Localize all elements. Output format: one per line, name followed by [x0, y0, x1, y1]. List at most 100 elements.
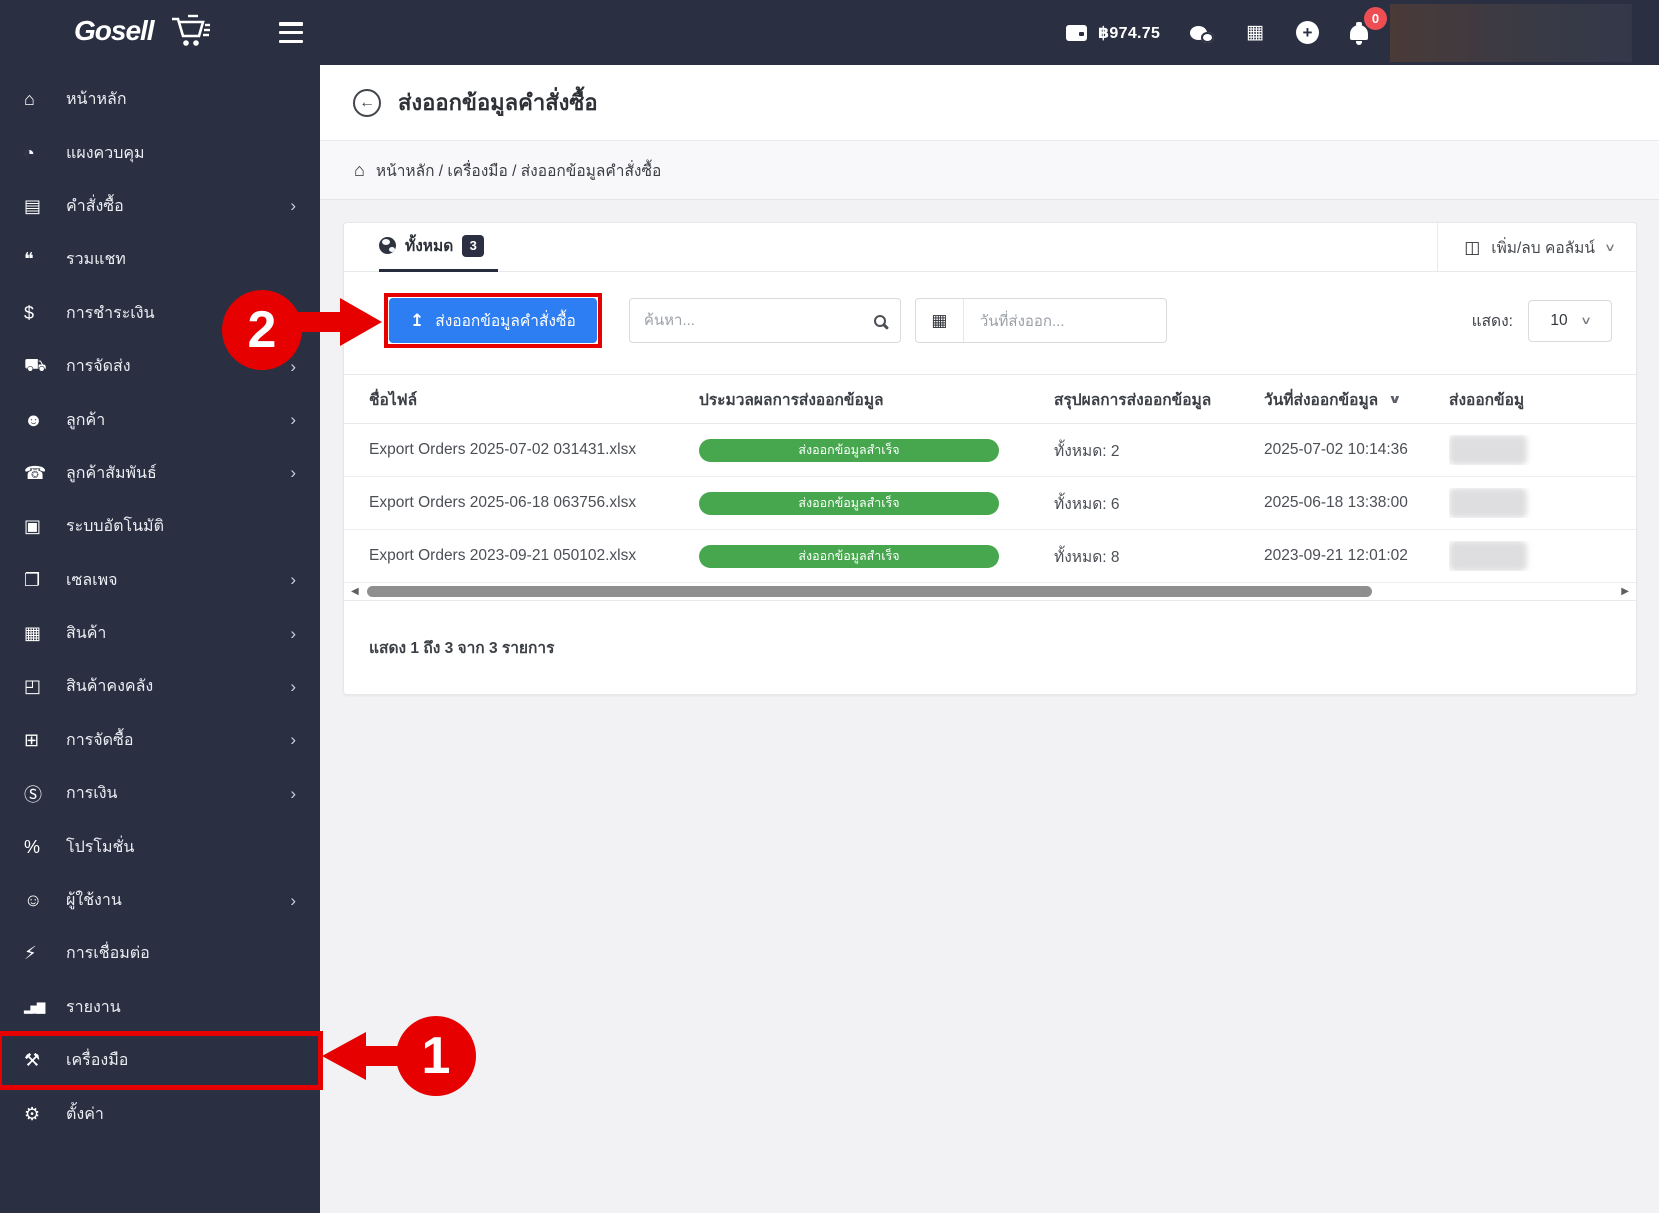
- page-size-select[interactable]: 10 ∨: [1528, 299, 1612, 342]
- page-size-label: แสดง:: [1471, 313, 1513, 330]
- sidebar-item-19[interactable]: ⚒ เครื่องมือ: [0, 1031, 323, 1091]
- chevron-down-icon: ∨: [1603, 242, 1617, 254]
- tab-all-count-badge: 3: [462, 234, 485, 257]
- reports-icon: ▂▅▇: [24, 1001, 45, 1014]
- column-header-5: ส่งออกข้อมู: [1449, 387, 1636, 412]
- chat-icon[interactable]: [1190, 0, 1214, 65]
- table-body: Export Orders 2025-07-02 031431.xlsx ส่งอ…: [344, 424, 1636, 583]
- sidebar-item-9[interactable]: ▣ ระบบอัตโนมัติ: [0, 500, 320, 553]
- scrollbar-track[interactable]: [364, 586, 1617, 597]
- breadcrumb[interactable]: ⌂ หน้าหลัก / เครื่องมือ / ส่งออกข้อมูลคำ…: [320, 140, 1659, 200]
- sort-icon[interactable]: ∨: [1388, 392, 1402, 406]
- sidebar-item-20[interactable]: ⚙ ตั้งค่า: [0, 1087, 320, 1140]
- sidebar-item-8[interactable]: ☎ ลูกค้าสัมพันธ์ ›: [0, 447, 320, 500]
- finance-icon: Ⓢ: [24, 784, 42, 805]
- sidebar-item-label: ตั้งค่า: [66, 1105, 104, 1123]
- wallet-balance[interactable]: ฿974.75: [1098, 0, 1160, 65]
- add-remove-columns-button[interactable]: ◫ เพิ่ม/ลบ คอลัมน์ ∨: [1437, 223, 1636, 272]
- sidebar-item-16[interactable]: ☺ ผู้ใช้งาน ›: [0, 874, 320, 927]
- profile-menu[interactable]: [1390, 4, 1632, 62]
- promotion-icon: %: [24, 836, 41, 857]
- page-title: ส่งออกข้อมูลคำสั่งซื้อ: [398, 90, 598, 115]
- chevron-right-icon: ›: [290, 570, 296, 590]
- sidebar-item-3[interactable]: ▤ คำสั่งซื้อ ›: [0, 180, 320, 233]
- exported-by-cell: [1449, 541, 1636, 571]
- column-header-2: ประมวลผลการส่งออกข้อมูล: [699, 387, 1054, 412]
- wallet-icon[interactable]: [1066, 0, 1087, 65]
- add-icon[interactable]: +: [1296, 0, 1319, 65]
- sidebar-item-4[interactable]: ❝ รวมแชท: [0, 233, 320, 286]
- chevron-right-icon: ›: [290, 730, 296, 750]
- table-header-row: ชื่อไฟล์ ประมวลผลการส่งออกข้อมูล สรุปผลการ…: [344, 374, 1636, 424]
- integrations-icon: ⚡: [24, 943, 37, 964]
- export-orders-button[interactable]: ↥ ส่งออกข้อมูลคำสั่งซื้อ: [389, 298, 597, 343]
- search-input[interactable]: [643, 312, 874, 329]
- sidebar-item-11[interactable]: ▦ สินค้า ›: [0, 607, 320, 660]
- calculator-icon[interactable]: ▦: [1246, 0, 1264, 65]
- sidebar-item-13[interactable]: ⊞ การจัดซื้อ ›: [0, 714, 320, 767]
- chevron-right-icon: ›: [290, 783, 296, 803]
- sidebar-item-label: ผู้ใช้งาน: [66, 892, 122, 910]
- sidebar-item-label: รายงาน: [66, 998, 121, 1016]
- sidebar-item-12[interactable]: ◰ สินค้าคงคลัง ›: [0, 660, 320, 713]
- column-header-label: ชื่อไฟล์: [369, 391, 418, 409]
- exported-by-cell: [1449, 435, 1636, 465]
- sidebar-item-17[interactable]: ⚡ การเชื่อมต่อ: [0, 927, 320, 980]
- chevron-right-icon: ›: [290, 356, 296, 376]
- sidebar-item-2[interactable]: ◔ แผงควบคุม: [0, 126, 320, 179]
- export-date-cell: 2025-07-02 10:14:36: [1264, 441, 1408, 458]
- redacted-value: [1449, 435, 1527, 465]
- status-cell: ส่งออกข้อมูลสำเร็จ: [699, 438, 1054, 462]
- sidebar-item-15[interactable]: % โปรโมชั่น: [0, 820, 320, 873]
- scrollbar-thumb[interactable]: [366, 586, 1372, 597]
- orders-icon: ▤: [24, 195, 42, 216]
- scroll-left-icon[interactable]: ◀: [351, 586, 359, 597]
- annotation-arrow-1: [360, 1046, 406, 1066]
- exported-by-cell: [1449, 488, 1636, 518]
- page-size-value: 10: [1550, 311, 1568, 329]
- sidebar-item-14[interactable]: Ⓢ การเงิน ›: [0, 767, 320, 820]
- column-header-3: สรุปผลการส่งออกข้อมูล: [1054, 387, 1264, 412]
- columns-icon: ◫: [1464, 237, 1481, 257]
- customers-icon: ☻: [24, 409, 43, 430]
- sidebar-item-label: รวมแชท: [66, 251, 126, 269]
- column-header-1: ชื่อไฟล์: [344, 387, 699, 412]
- sidebar-item-label: หน้าหลัก: [66, 91, 127, 109]
- dashboard-icon: ◔: [24, 142, 35, 163]
- sidebar-item-label: สินค้า: [66, 625, 107, 643]
- chevron-right-icon: ›: [290, 410, 296, 430]
- users-icon: ☺: [24, 890, 43, 911]
- sidebar-menu: ⌂ หน้าหลัก ◔ แผงควบคุม ▤ คำสั่งซื้อ › ❝ รวมแชท $ ก…: [0, 65, 323, 1213]
- redacted-value: [1449, 541, 1527, 571]
- status-badge: ส่งออกข้อมูลสำเร็จ: [699, 438, 999, 462]
- table-summary: แสดง 1 ถึง 3 จาก 3 รายการ: [369, 640, 555, 657]
- sidebar-item-10[interactable]: ❐ เซลเพจ ›: [0, 554, 320, 607]
- back-button[interactable]: ←: [353, 88, 381, 117]
- annotation-arrow-2: [296, 312, 344, 332]
- menu-toggle-icon[interactable]: [279, 22, 303, 43]
- sidebar-item-7[interactable]: ☻ ลูกค้า ›: [0, 393, 320, 446]
- bell-icon[interactable]: [1350, 0, 1368, 65]
- shipping-icon: ⛟: [24, 354, 47, 375]
- file-name-cell: Export Orders 2025-07-02 031431.xlsx: [369, 441, 637, 458]
- home-icon: ⌂: [354, 159, 365, 180]
- search-icon[interactable]: [873, 314, 886, 327]
- horizontal-scrollbar[interactable]: ◀ ▶: [344, 583, 1636, 601]
- tab-bar: ทั้งหมด 3 ◫ เพิ่ม/ลบ คอลัมน์ ∨: [344, 223, 1636, 272]
- chevron-down-icon: ∨: [1579, 315, 1592, 327]
- sidebar-item-label: ลูกค้าสัมพันธ์: [66, 464, 157, 482]
- app-logo[interactable]: Gosell: [74, 12, 210, 50]
- sidebar-item-label: คำสั่งซื้อ: [66, 197, 124, 215]
- sidebar-item-label: โปรโมชั่น: [66, 838, 135, 856]
- automation-icon: ▣: [24, 516, 42, 537]
- scroll-right-icon[interactable]: ▶: [1621, 586, 1629, 597]
- tab-all-label: ทั้งหมด: [405, 238, 454, 255]
- notification-badge: 0: [1364, 7, 1387, 30]
- tab-all[interactable]: ทั้งหมด 3: [379, 223, 499, 272]
- page-size-group: แสดง: 10 ∨: [1471, 299, 1612, 342]
- export-date-filter[interactable]: ▦ วันที่ส่งออก...: [914, 298, 1167, 343]
- annotation-step-2-badge: 2: [222, 290, 302, 370]
- sidebar-item-label: เครื่องมือ: [66, 1052, 129, 1070]
- sidebar-item-18[interactable]: ▂▅▇ รายงาน: [0, 981, 320, 1034]
- sidebar-item-1[interactable]: ⌂ หน้าหลัก: [0, 73, 320, 126]
